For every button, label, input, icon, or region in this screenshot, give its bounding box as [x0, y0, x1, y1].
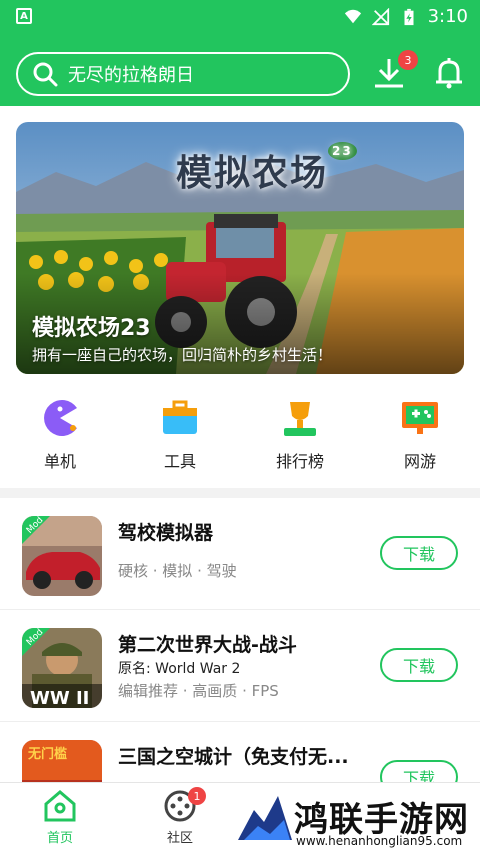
watermark-logo: [238, 796, 292, 840]
category-single-player[interactable]: 单机: [0, 390, 120, 482]
tab-community[interactable]: 1 社区: [140, 787, 220, 846]
gamepad-screen-icon: [402, 402, 438, 434]
watermark-url: www.henanhonglian95.com: [296, 834, 463, 848]
app-name: 驾校模拟器: [118, 522, 214, 544]
banner-title: 模拟农场23: [32, 316, 151, 341]
app-tags: 编辑推荐 · 高画质 · FPS: [118, 682, 279, 700]
pacman-icon: [44, 400, 77, 436]
banner-subtitle: 拥有一座自己的农场，回归简朴的乡村生活！: [32, 346, 333, 364]
category-ranking[interactable]: 排行榜: [240, 390, 360, 482]
svg-text:无门槛: 无门槛: [27, 746, 67, 762]
download-button[interactable]: 下载: [380, 536, 458, 570]
app-list-item[interactable]: WW II Mod 第二次世界大战-战斗 原名: World War 2 编辑推荐…: [0, 610, 480, 722]
no-signal-icon: [371, 7, 389, 25]
battery-charging-icon: [404, 8, 414, 25]
watermark: 鸿联手游网 www.henanhonglian95.com: [230, 786, 480, 852]
category-label: 单机: [43, 452, 76, 471]
category-label: 排行榜: [275, 452, 324, 471]
wifi-icon: [344, 9, 361, 23]
trophy-icon: [284, 402, 316, 436]
category-label: 工具: [163, 452, 196, 471]
category-label: 网游: [403, 452, 436, 471]
app-notification-icon: A: [16, 8, 32, 24]
svg-text:WW II: WW II: [30, 688, 89, 708]
tab-home[interactable]: 首页: [20, 789, 100, 846]
search-icon: [33, 62, 58, 87]
category-online-games[interactable]: 网游: [360, 390, 480, 482]
banner-logo: 模拟农场23: [176, 142, 357, 196]
status-bar: A 3:10: [0, 0, 480, 34]
section-divider: [0, 488, 480, 498]
app-list-item[interactable]: Mod 驾校模拟器 硬核 · 模拟 · 驾驶 下载: [0, 498, 480, 610]
notifications-button[interactable]: [432, 56, 466, 90]
toolbox-icon: [163, 400, 197, 434]
tab-label: 首页: [46, 831, 73, 846]
app-name: 第二次世界大战-战斗: [118, 634, 297, 656]
header: 无尽的拉格朗日 3: [0, 34, 480, 106]
app-tags: 硬核 · 模拟 · 驾驶: [118, 562, 237, 580]
search-input[interactable]: 无尽的拉格朗日: [16, 52, 350, 96]
app-original-name: 原名: World War 2: [118, 661, 241, 677]
app-thumbnail: WW II Mod: [22, 628, 102, 708]
home-icon: [44, 790, 76, 822]
download-button[interactable]: 下载: [380, 648, 458, 682]
download-count-badge: 3: [398, 50, 418, 70]
search-placeholder: 无尽的拉格朗日: [68, 65, 194, 86]
app-name: 三国之空城计（免支付无...: [118, 746, 349, 768]
community-badge: 1: [188, 787, 206, 805]
category-row: 单机 工具 排行榜 网游: [0, 390, 480, 482]
bell-icon: [436, 58, 462, 89]
app-thumbnail: Mod: [22, 516, 102, 596]
tab-label: 社区: [166, 831, 193, 846]
category-tools[interactable]: 工具: [120, 390, 240, 482]
download-button[interactable]: 3: [372, 50, 418, 90]
status-time: 3:10: [427, 6, 468, 27]
featured-banner[interactable]: 模拟农场23 模拟农场23 拥有一座自己的农场，回归简朴的乡村生活！: [16, 122, 464, 374]
